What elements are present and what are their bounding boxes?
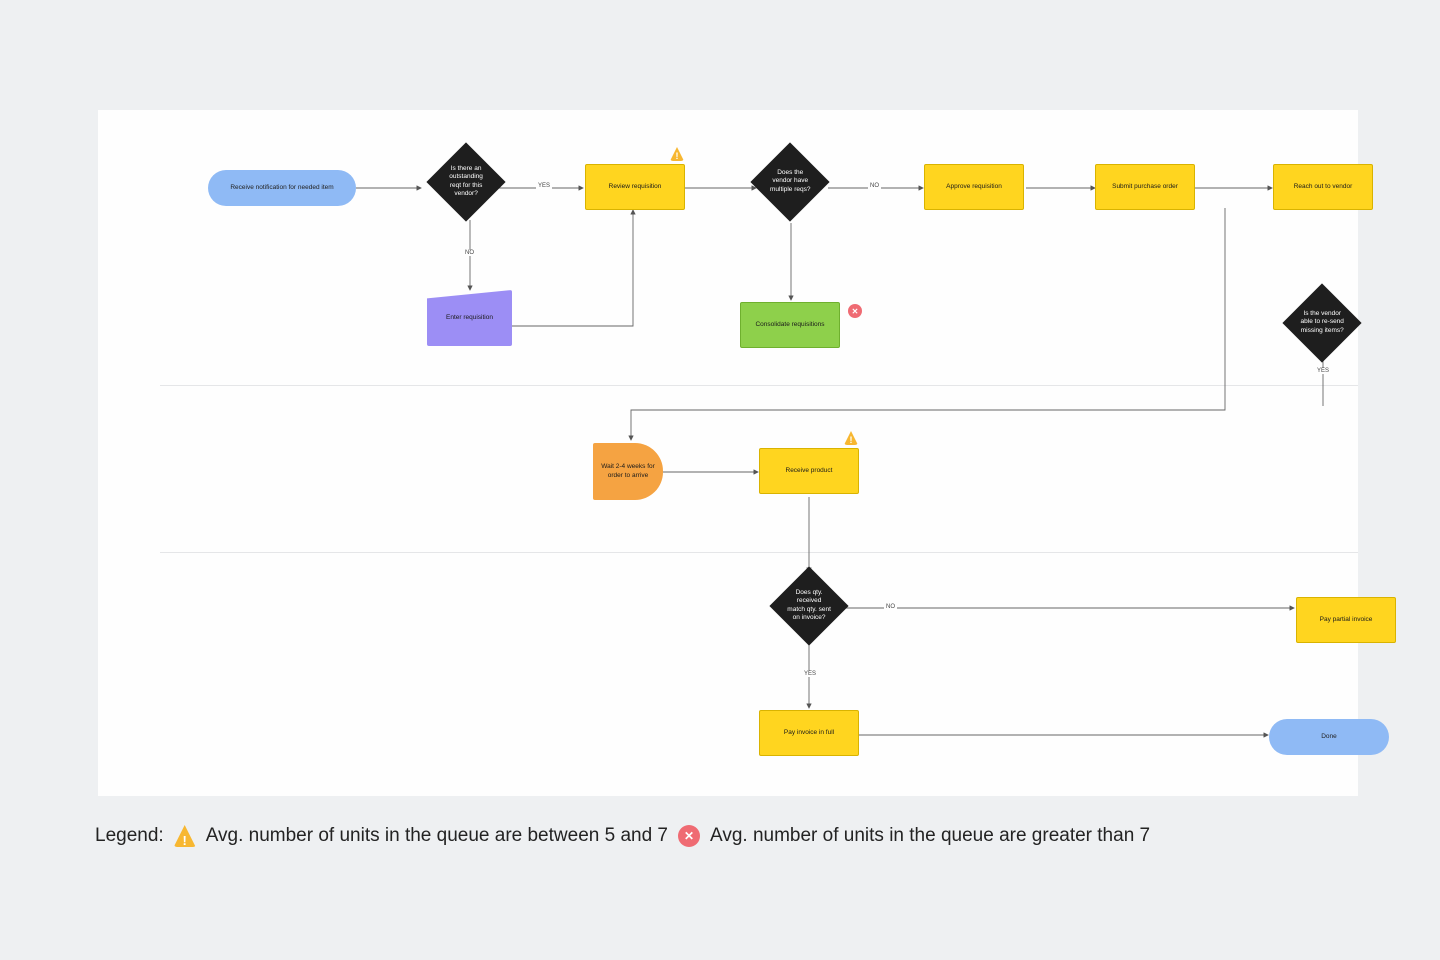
edge-label: YES — [1315, 368, 1331, 374]
node-submit-po[interactable]: Submit purchase order — [1095, 164, 1195, 210]
node-wait[interactable]: Wait 2-4 weeks for order to arrive — [593, 443, 663, 500]
error-icon — [678, 825, 700, 847]
node-pay-partial[interactable]: Pay partial invoice — [1296, 597, 1396, 643]
edge-label: YES — [802, 671, 818, 677]
legend-title: Legend: — [95, 825, 164, 847]
node-consolidate[interactable]: Consolidate requisitions — [740, 302, 840, 348]
node-approve-requisition[interactable]: Approve requisition — [924, 164, 1024, 210]
node-pay-full[interactable]: Pay invoice in full — [759, 710, 859, 756]
connectors — [98, 110, 1358, 796]
warning-icon — [174, 825, 196, 847]
legend-warn-text: Avg. number of units in the queue are be… — [206, 825, 668, 847]
page: Buyer Warehouse associate Finance specia… — [0, 0, 1440, 960]
error-icon — [848, 304, 862, 318]
edge-label: NO — [463, 250, 476, 256]
edge-label: NO — [884, 604, 897, 610]
node-reach-out[interactable]: Reach out to vendor — [1273, 164, 1373, 210]
edge-label: NO — [868, 183, 881, 189]
legend: Legend: Avg. number of units in the queu… — [95, 816, 1345, 856]
node-review-requisition[interactable]: Review requisition — [585, 164, 685, 210]
node-done[interactable]: Done — [1269, 719, 1389, 755]
node-start[interactable]: Receive notification for needed item — [208, 170, 356, 206]
node-enter-requisition[interactable]: Enter requisition — [427, 290, 512, 346]
edge-label: YES — [536, 183, 552, 189]
diagram-canvas[interactable]: Receive notification for needed item Is … — [98, 110, 1358, 796]
legend-err-text: Avg. number of units in the queue are gr… — [710, 825, 1150, 847]
node-receive-product[interactable]: Receive product — [759, 448, 859, 494]
